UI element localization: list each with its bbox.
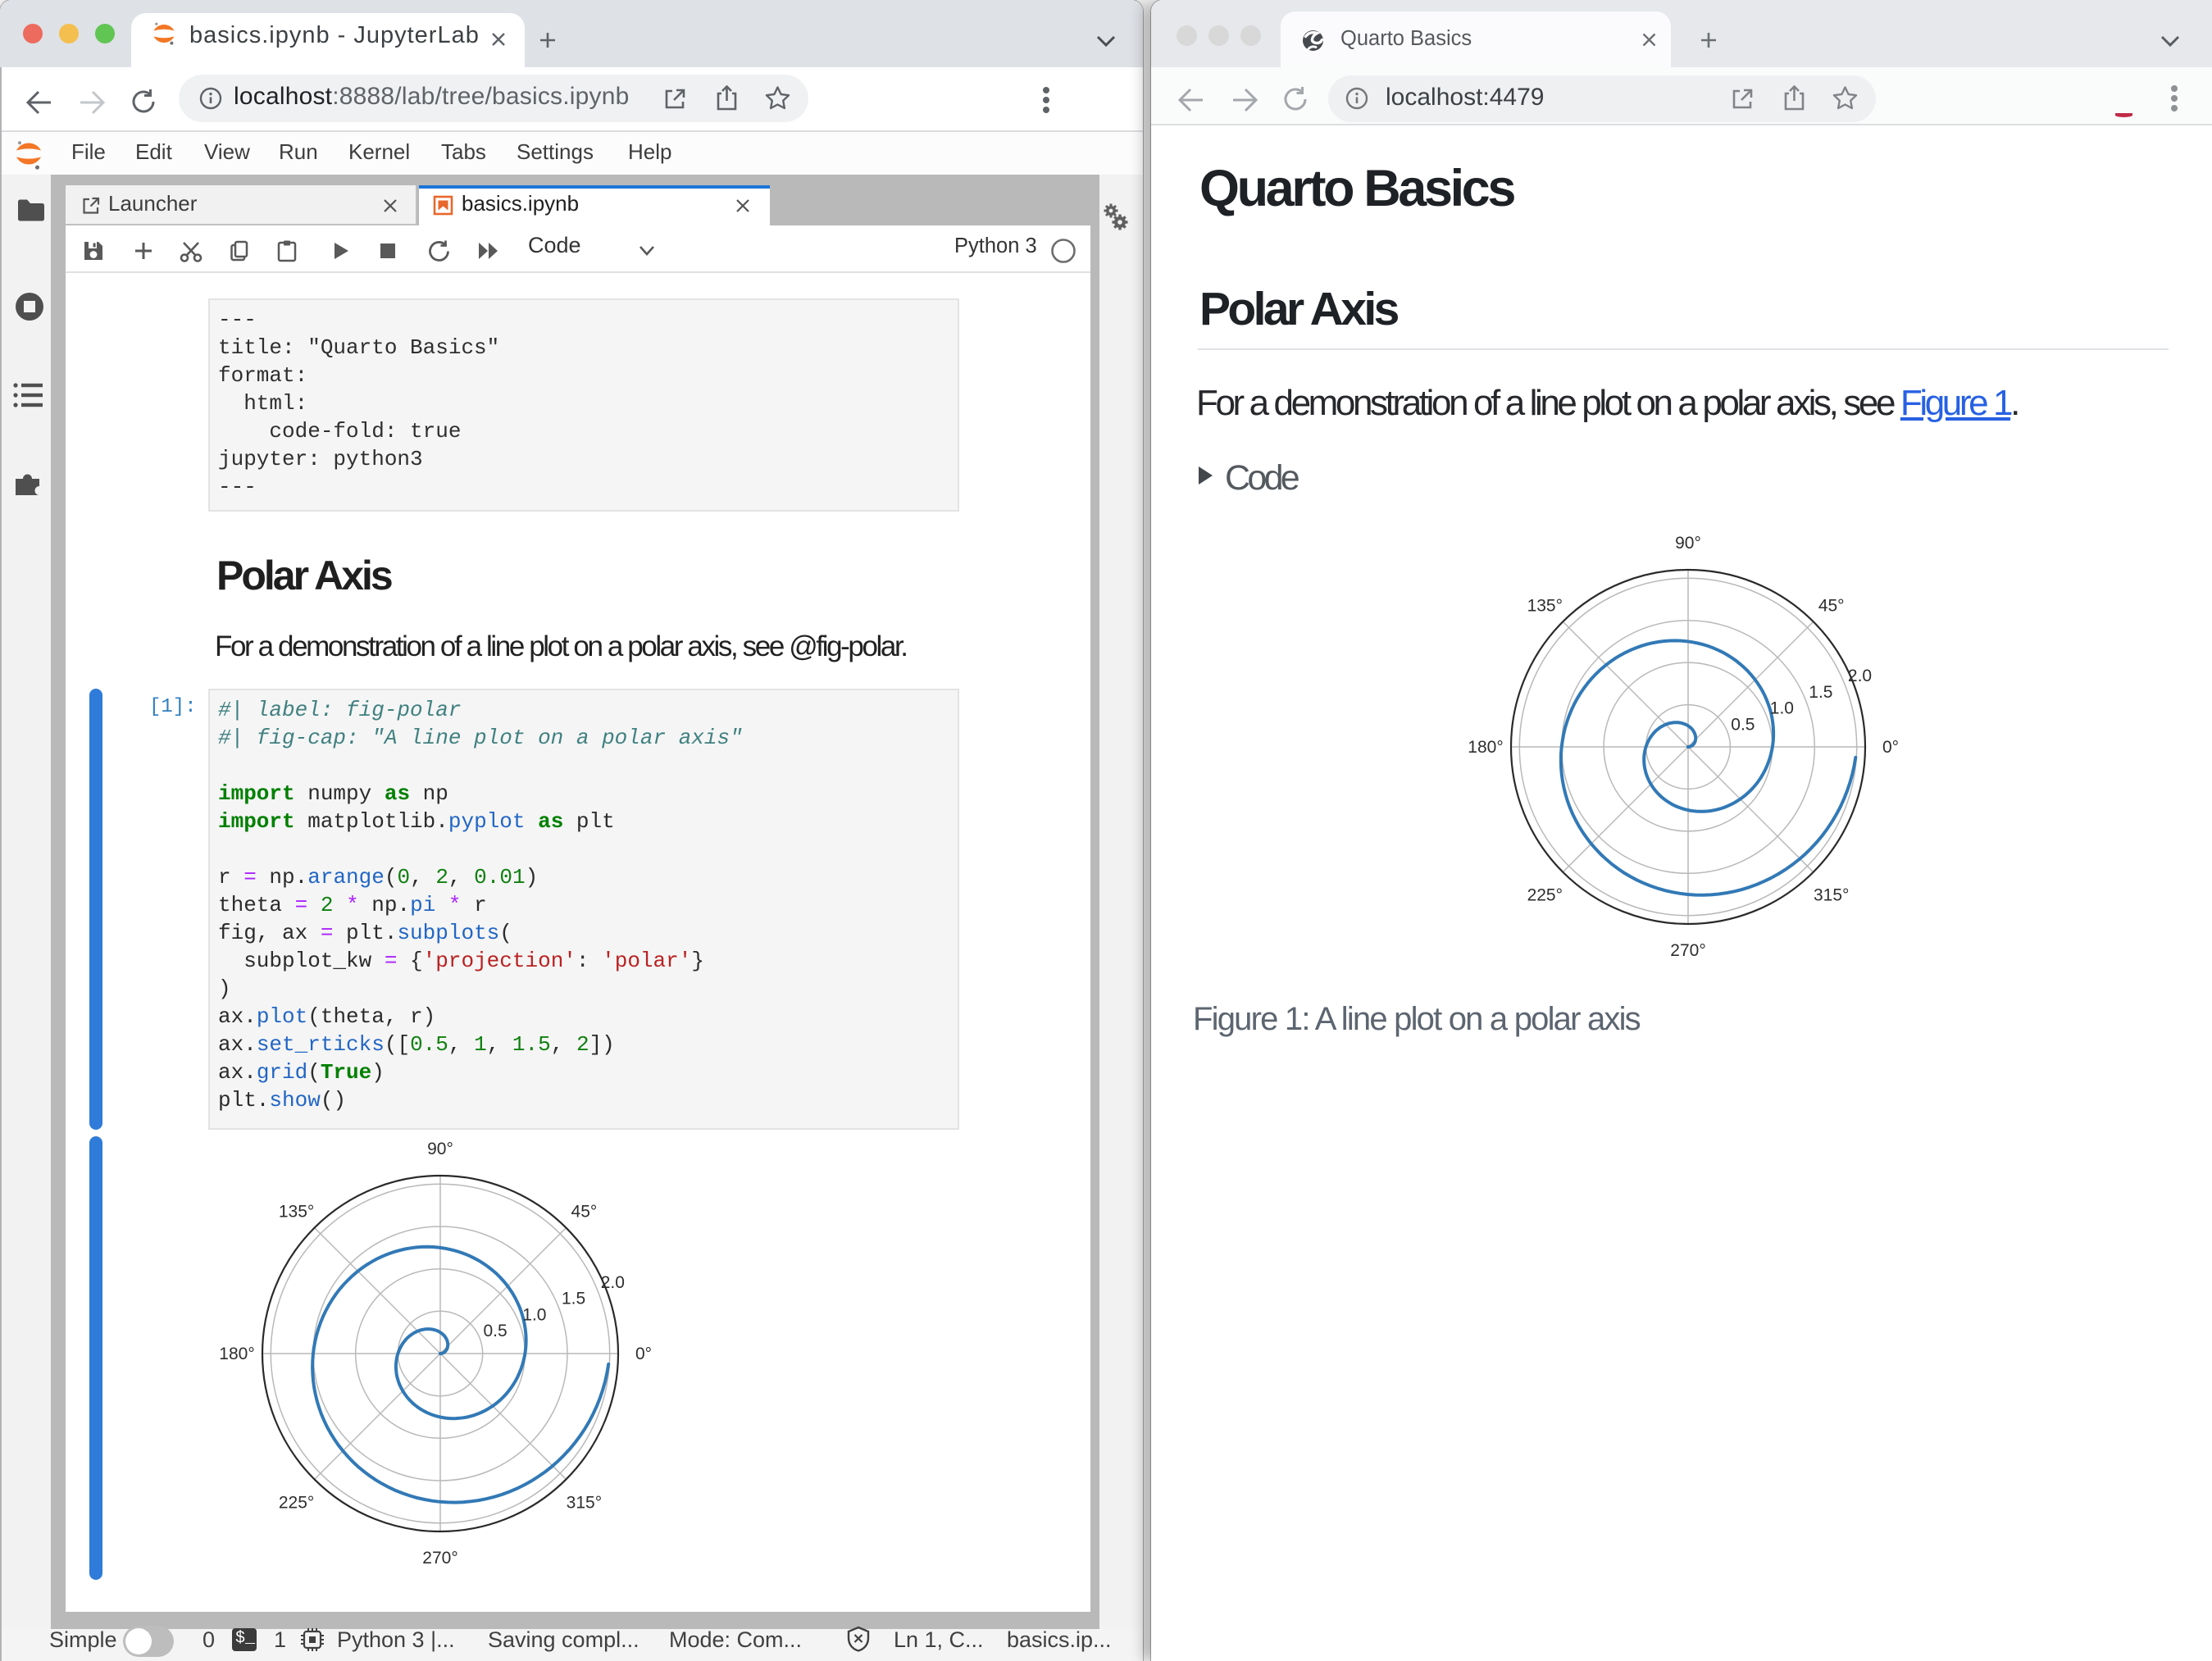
svg-text:1.5: 1.5 <box>562 1290 585 1308</box>
svg-text:315°: 315° <box>1814 886 1849 905</box>
svg-text:180°: 180° <box>219 1345 254 1363</box>
svg-text:2.0: 2.0 <box>1848 667 1872 685</box>
svg-text:0.5: 0.5 <box>483 1322 507 1340</box>
svg-text:0°: 0° <box>1882 738 1899 757</box>
svg-text:180°: 180° <box>1468 738 1503 757</box>
svg-text:1.0: 1.0 <box>522 1305 546 1324</box>
svg-text:1.0: 1.0 <box>1770 699 1794 718</box>
svg-text:270°: 270° <box>422 1549 457 1568</box>
svg-text:0.5: 0.5 <box>1731 715 1755 734</box>
svg-text:135°: 135° <box>1527 596 1563 615</box>
svg-text:225°: 225° <box>1527 886 1563 905</box>
svg-text:135°: 135° <box>279 1203 314 1222</box>
svg-text:315°: 315° <box>567 1493 602 1512</box>
svg-text:225°: 225° <box>279 1493 314 1512</box>
svg-text:270°: 270° <box>1670 941 1705 960</box>
svg-text:45°: 45° <box>571 1203 598 1222</box>
svg-text:1.5: 1.5 <box>1809 683 1832 702</box>
svg-text:2.0: 2.0 <box>601 1273 625 1292</box>
svg-text:0°: 0° <box>635 1345 652 1363</box>
svg-text:45°: 45° <box>1818 596 1845 615</box>
svg-text:90°: 90° <box>1675 534 1701 553</box>
svg-text:90°: 90° <box>427 1140 453 1158</box>
